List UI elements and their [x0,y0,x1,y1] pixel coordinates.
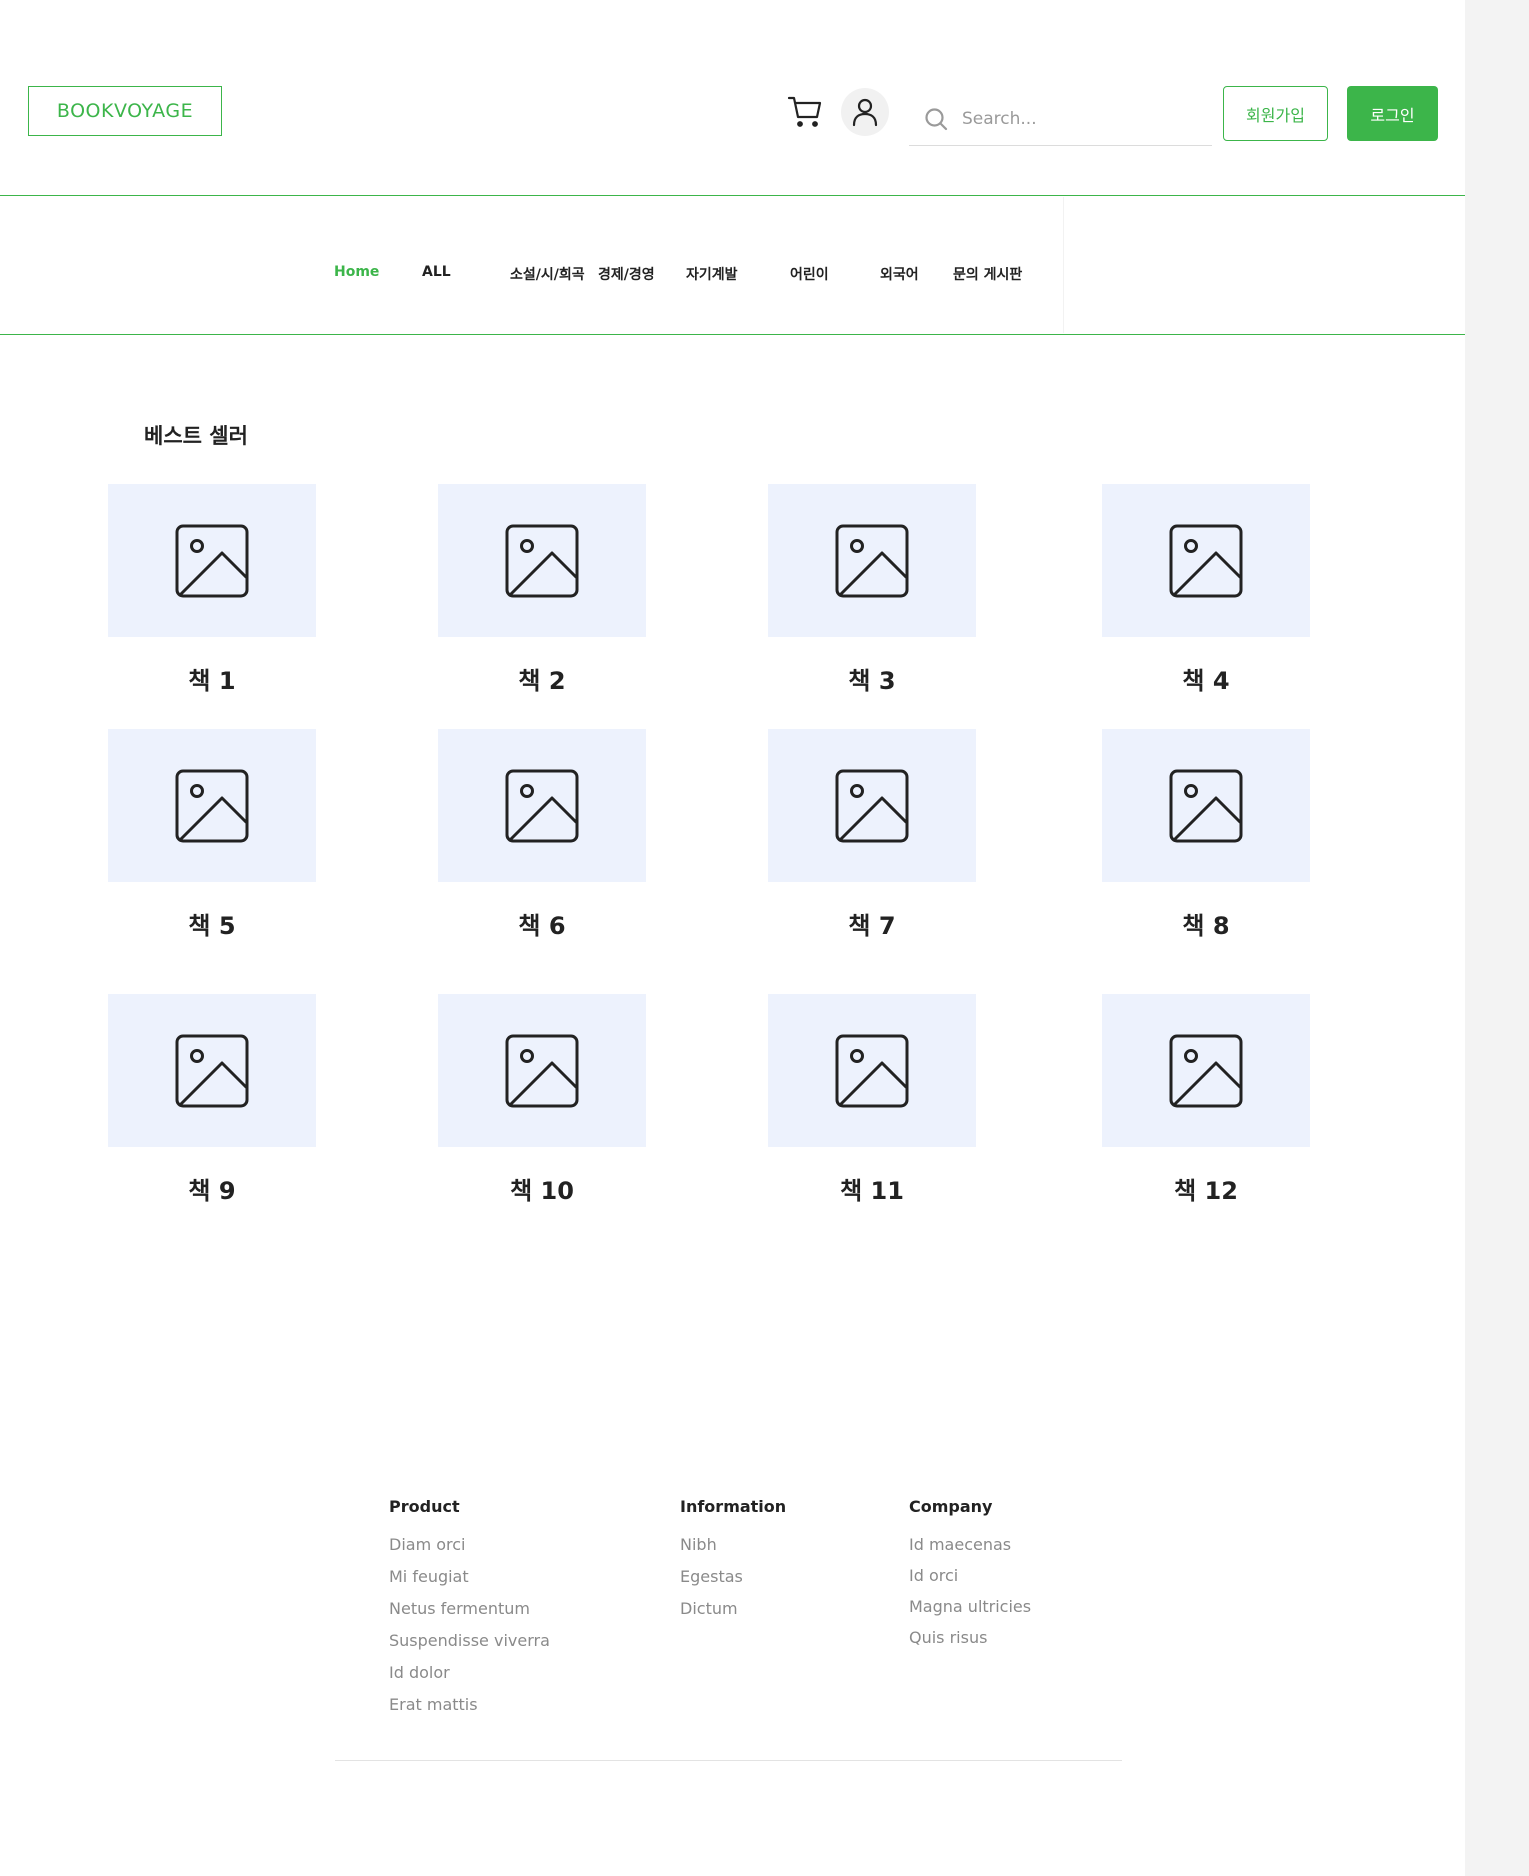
book-title[interactable]: 책 2 [438,661,646,696]
nav-bottom-divider [0,334,1465,335]
page: BOOKVOYAGE 회원가입 로그인 Home ALL 소설/시/희곡 경제/… [0,0,1465,1876]
book-title[interactable]: 책 1 [108,661,316,696]
footer-link[interactable]: Id dolor [389,1663,450,1682]
footer-link[interactable]: Id orci [909,1566,958,1585]
book-title[interactable]: 책 12 [1102,1171,1310,1206]
footer-link[interactable]: Egestas [680,1567,743,1586]
footer-link[interactable]: Erat mattis [389,1695,478,1714]
footer-heading-product: Product [389,1497,460,1516]
book-title[interactable]: 책 5 [108,906,316,941]
footer-heading-company: Company [909,1497,993,1516]
book-cover[interactable] [438,729,646,882]
book-title[interactable]: 책 11 [768,1171,976,1206]
footer-link[interactable]: Quis risus [909,1628,987,1647]
book-title[interactable]: 책 6 [438,906,646,941]
user-icon[interactable] [841,88,889,136]
image-placeholder-icon [1169,1034,1243,1107]
image-placeholder-icon [835,1034,909,1107]
nav-divider [1063,197,1064,333]
book-cover[interactable] [768,994,976,1147]
image-placeholder-icon [505,769,579,842]
nav-item-all[interactable]: ALL [422,264,451,280]
footer-link[interactable]: Mi feugiat [389,1567,469,1586]
book-title[interactable]: 책 4 [1102,661,1310,696]
nav-item-inquiry-board[interactable]: 문의 게시판 [953,264,1022,284]
book-cover[interactable] [1102,994,1310,1147]
book-cover[interactable] [108,994,316,1147]
login-button[interactable]: 로그인 [1347,86,1438,141]
book-cover[interactable] [438,994,646,1147]
footer-link[interactable]: Suspendisse viverra [389,1631,550,1650]
nav-top-divider [0,195,1465,196]
nav-item-business[interactable]: 경제/경영 [598,264,655,284]
image-placeholder-icon [835,769,909,842]
footer-divider [335,1760,1122,1761]
search-icon [925,107,948,130]
footer-link[interactable]: Nibh [680,1535,717,1554]
image-placeholder-icon [175,524,249,597]
logo[interactable]: BOOKVOYAGE [28,86,222,136]
image-placeholder-icon [175,1034,249,1107]
book-cover[interactable] [1102,729,1310,882]
cart-icon[interactable] [786,93,824,129]
nav-item-fiction[interactable]: 소설/시/희곡 [510,264,585,284]
footer-link[interactable]: Dictum [680,1599,738,1618]
signup-button[interactable]: 회원가입 [1223,86,1328,141]
nav-item-home[interactable]: Home [334,264,379,280]
image-placeholder-icon [505,524,579,597]
image-placeholder-icon [835,524,909,597]
book-title[interactable]: 책 9 [108,1171,316,1206]
section-title-bestseller: 베스트 셀러 [144,424,248,448]
nav-item-children[interactable]: 어린이 [790,264,829,284]
nav-item-language[interactable]: 외국어 [880,264,919,284]
image-placeholder-icon [1169,524,1243,597]
book-cover[interactable] [108,729,316,882]
book-title[interactable]: 책 3 [768,661,976,696]
search-input[interactable] [960,107,1194,130]
book-title[interactable]: 책 8 [1102,906,1310,941]
book-cover[interactable] [108,484,316,637]
nav-item-self-help[interactable]: 자기계발 [686,264,738,284]
book-title[interactable]: 책 7 [768,906,976,941]
book-cover[interactable] [768,484,976,637]
book-title[interactable]: 책 10 [438,1171,646,1206]
search-bar[interactable] [909,92,1212,146]
footer-link[interactable]: Netus fermentum [389,1599,530,1618]
footer-link[interactable]: Id maecenas [909,1535,1011,1554]
image-placeholder-icon [1169,769,1243,842]
book-cover[interactable] [438,484,646,637]
book-cover[interactable] [768,729,976,882]
footer-heading-information: Information [680,1497,787,1516]
footer-link[interactable]: Diam orci [389,1535,466,1554]
image-placeholder-icon [505,1034,579,1107]
image-placeholder-icon [175,769,249,842]
footer-link[interactable]: Magna ultricies [909,1597,1031,1616]
book-cover[interactable] [1102,484,1310,637]
